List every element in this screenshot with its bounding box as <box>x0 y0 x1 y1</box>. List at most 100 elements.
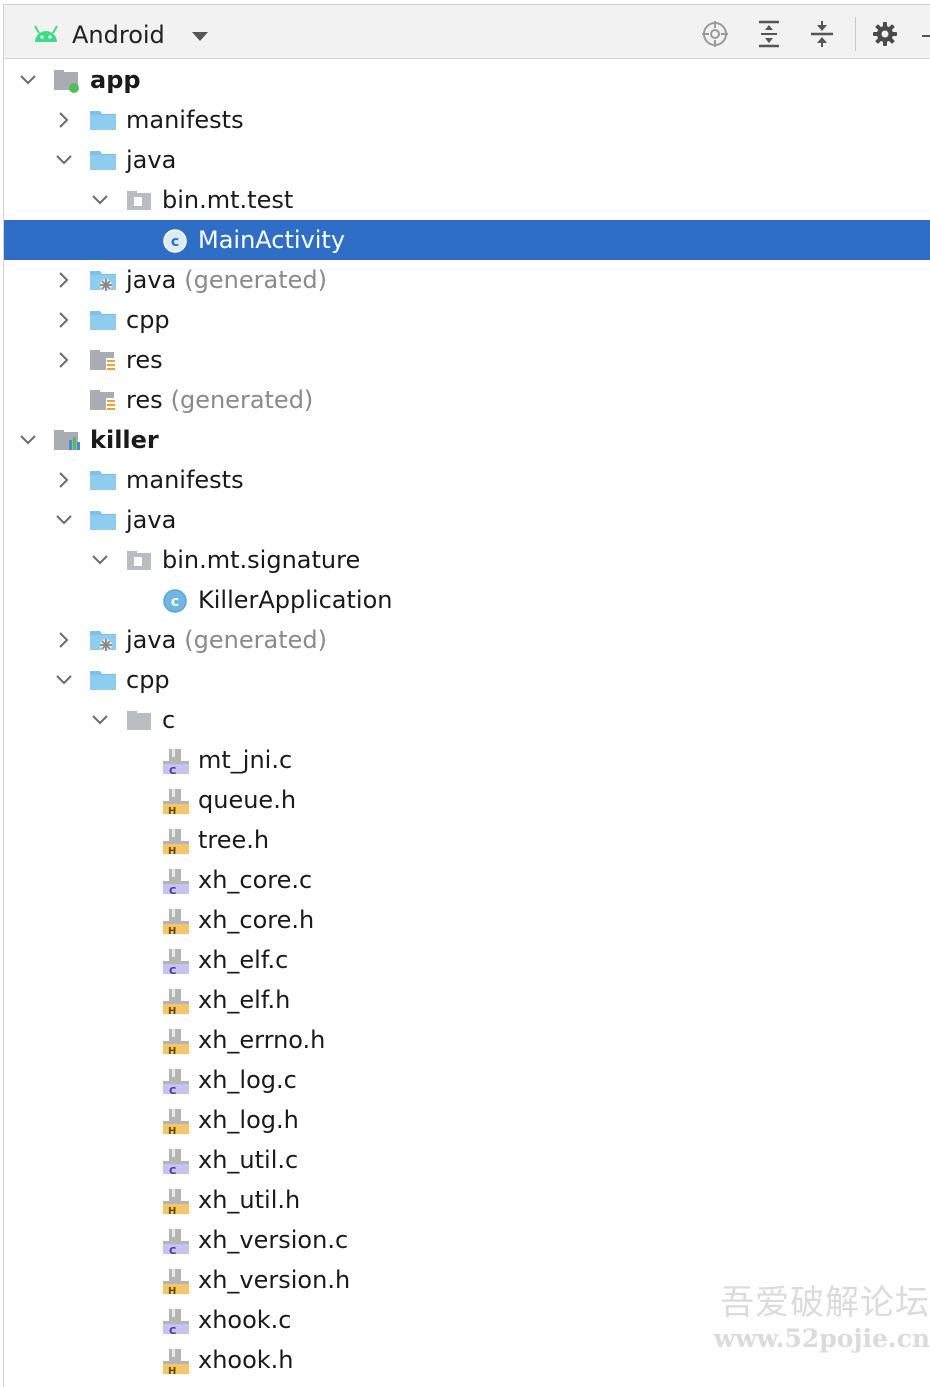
tree-item-res[interactable]: res (generated) <box>4 380 930 420</box>
svg-text:C: C <box>169 1166 176 1174</box>
tree-item-cpp[interactable]: cpp <box>4 660 930 700</box>
tree-item-c[interactable]: c <box>4 700 930 740</box>
c-file-icon: C <box>163 869 189 894</box>
c-file-icon: C <box>163 1149 189 1174</box>
locate-icon[interactable] <box>700 19 730 49</box>
tree-item-mainactivity[interactable]: c MainActivity <box>4 220 930 260</box>
tree-item-java[interactable]: java <box>4 500 930 540</box>
chevron-down-icon[interactable] <box>55 152 73 168</box>
folder-icon <box>90 151 116 170</box>
svg-text:C: C <box>169 1326 176 1334</box>
c-file-icon: C <box>163 1229 189 1254</box>
generated-suffix: (generated) <box>184 626 327 654</box>
h-file-icon: H <box>163 1029 189 1054</box>
c-file-icon: C <box>163 749 189 774</box>
folder-icon <box>90 671 116 690</box>
view-selector-label[interactable]: Android <box>72 21 165 49</box>
h-file-icon: H <box>163 829 189 854</box>
tree-item-label: java <box>126 146 177 174</box>
svg-text:C: C <box>169 966 176 974</box>
toolbar-separator <box>855 17 856 51</box>
chevron-down-icon[interactable] <box>91 712 109 728</box>
tree-item-xh-version-h[interactable]: Hxh_version.h <box>4 1260 930 1300</box>
chevron-down-icon[interactable] <box>91 192 109 208</box>
chevron-right-icon[interactable] <box>55 352 73 368</box>
tree-item-xhook-h[interactable]: Hxhook.h <box>4 1340 930 1380</box>
tree-item-tree-h[interactable]: Htree.h <box>4 820 930 860</box>
tree-item-manifests[interactable]: manifests <box>4 100 930 140</box>
tree-item-xh-util-h[interactable]: Hxh_util.h <box>4 1180 930 1220</box>
hide-panel-icon[interactable] <box>922 35 930 37</box>
tree-item-killer[interactable]: killer <box>4 420 930 460</box>
module-icon <box>54 70 79 93</box>
tree-item-cpp[interactable]: cpp <box>4 300 930 340</box>
chevron-right-icon[interactable] <box>55 272 73 288</box>
tree-item-label: bin.mt.test <box>162 186 294 214</box>
tree-item-text: java (generated) <box>126 265 327 295</box>
tree-item-queue-h[interactable]: Hqueue.h <box>4 780 930 820</box>
h-file-icon: H <box>163 909 189 934</box>
tree-item-xhook-c[interactable]: Cxhook.c <box>4 1300 930 1340</box>
expand-all-icon[interactable] <box>754 19 784 49</box>
chevron-down-icon[interactable] <box>55 512 73 528</box>
tree-item-java[interactable]: java (generated) <box>4 620 930 660</box>
gear-icon[interactable] <box>870 19 900 49</box>
tree-item-text: java (generated) <box>126 625 327 655</box>
tree-item-xh-core-c[interactable]: Cxh_core.c <box>4 860 930 900</box>
chevron-right-icon[interactable] <box>55 632 73 648</box>
folder-icon <box>90 471 116 490</box>
svg-text:H: H <box>168 926 176 934</box>
chevron-down-icon[interactable] <box>55 672 73 688</box>
tree-item-label: xhook.c <box>198 1306 292 1334</box>
h-file-icon: H <box>163 1269 189 1294</box>
tree-item-xh-log-c[interactable]: Cxh_log.c <box>4 1060 930 1100</box>
h-file-icon: H <box>163 789 189 814</box>
package-icon <box>127 191 151 210</box>
library-module-icon <box>54 430 80 450</box>
tree-item-xh-util-c[interactable]: Cxh_util.c <box>4 1140 930 1180</box>
tree-item-manifests[interactable]: manifests <box>4 460 930 500</box>
dropdown-arrow-icon[interactable] <box>190 29 210 43</box>
tree-item-label: app <box>90 66 141 94</box>
tree-item-mt-jni-c[interactable]: Cmt_jni.c <box>4 740 930 780</box>
project-toolbar: Android <box>4 5 930 59</box>
tree-item-xh-elf-c[interactable]: Cxh_elf.c <box>4 940 930 980</box>
chevron-right-icon[interactable] <box>55 312 73 328</box>
plain-folder-icon <box>127 711 151 730</box>
svg-text:C: C <box>169 1246 176 1254</box>
chevron-right-icon[interactable] <box>55 112 73 128</box>
tree-item-java[interactable]: java (generated) <box>4 260 930 300</box>
tree-item-java[interactable]: java <box>4 140 930 180</box>
resource-folder-icon <box>90 390 116 412</box>
class-icon: c <box>163 229 187 253</box>
tree-item-label: xh_elf.c <box>198 946 289 974</box>
tree-item-xh-log-h[interactable]: Hxh_log.h <box>4 1100 930 1140</box>
chevron-down-icon[interactable] <box>19 72 37 88</box>
tree-item-xh-version-c[interactable]: Cxh_version.c <box>4 1220 930 1260</box>
tree-item-xh-core-h[interactable]: Hxh_core.h <box>4 900 930 940</box>
tree-item-label: xh_log.h <box>198 1106 299 1134</box>
generated-suffix: (generated) <box>170 386 314 414</box>
chevron-down-icon[interactable] <box>19 432 37 448</box>
collapse-all-icon[interactable] <box>807 19 837 49</box>
tree-item-label: manifests <box>126 106 244 134</box>
tree-item-label: xh_elf.h <box>198 986 291 1014</box>
tree-item-res[interactable]: res <box>4 340 930 380</box>
tree-item-text: res (generated) <box>126 385 313 415</box>
chevron-down-icon[interactable] <box>91 552 109 568</box>
tree-item-bin-mt-signature[interactable]: bin.mt.signature <box>4 540 930 580</box>
folder-icon <box>90 111 116 130</box>
tree-item-xh-elf-h[interactable]: Hxh_elf.h <box>4 980 930 1020</box>
svg-text:H: H <box>168 1006 176 1014</box>
tree-item-bin-mt-test[interactable]: bin.mt.test <box>4 180 930 220</box>
tree-item-killerapplication[interactable]: c KillerApplication <box>4 580 930 620</box>
svg-text:H: H <box>168 846 176 854</box>
tree-item-app[interactable]: app <box>4 60 930 100</box>
tree-item-label: xh_log.c <box>198 1066 297 1094</box>
chevron-right-icon[interactable] <box>55 472 73 488</box>
svg-text:C: C <box>169 886 176 894</box>
resource-folder-icon <box>90 350 116 372</box>
svg-text:H: H <box>168 1286 176 1294</box>
svg-text:H: H <box>168 806 176 814</box>
tree-item-xh-errno-h[interactable]: Hxh_errno.h <box>4 1020 930 1060</box>
